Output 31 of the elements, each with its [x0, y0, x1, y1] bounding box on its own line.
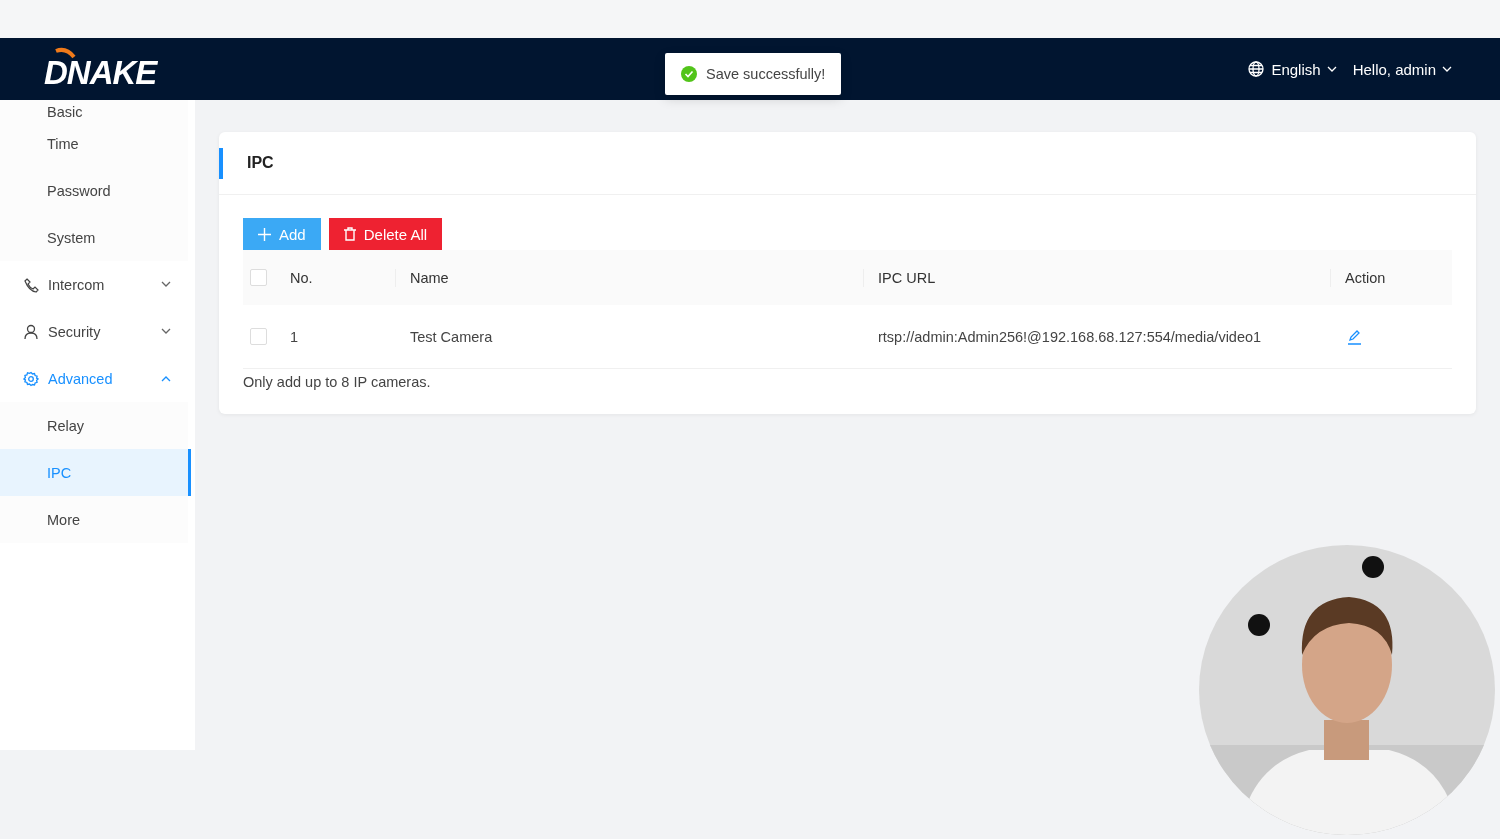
- gear-icon: [23, 370, 39, 387]
- chevron-icon: [161, 281, 171, 288]
- chevron-icon: [161, 328, 171, 335]
- nav-group[interactable]: Security: [0, 308, 195, 355]
- card-title: IPC: [247, 154, 274, 172]
- table-cell: rtsp://admin:Admin256!@192.168.68.127:554/media/video1: [863, 305, 1330, 369]
- person-icon: [23, 323, 39, 340]
- chevron-icon: [1442, 65, 1452, 73]
- checkbox[interactable]: [250, 328, 267, 345]
- nav-group[interactable]: Intercom: [0, 261, 195, 308]
- table-cell: 1: [275, 305, 395, 369]
- column-header: No.: [275, 250, 395, 305]
- delete-all-button[interactable]: Delete All: [328, 218, 443, 250]
- language-menu[interactable]: English: [1271, 60, 1337, 78]
- plus-icon: [258, 227, 271, 241]
- column-header: Action: [1330, 250, 1452, 305]
- edit-icon[interactable]: [1346, 328, 1362, 345]
- column-header: IPC URL: [863, 250, 1330, 305]
- column-header: Name: [395, 250, 863, 305]
- chevron-icon: [161, 375, 171, 382]
- toast-message: Save successfully!: [665, 53, 842, 95]
- checkbox[interactable]: [250, 269, 267, 286]
- check-circle-icon: [681, 66, 697, 82]
- trash-icon: [343, 227, 356, 241]
- chevron-icon: [1326, 65, 1337, 73]
- table-cell: Test Camera: [395, 305, 863, 369]
- phone-icon: [23, 276, 39, 293]
- logo: DNAKE: [42, 45, 163, 93]
- note-text: Only add up to 8 IP cameras.: [243, 374, 432, 390]
- user-menu[interactable]: Hello, admin: [1352, 60, 1452, 78]
- globe-icon[interactable]: [1248, 61, 1265, 77]
